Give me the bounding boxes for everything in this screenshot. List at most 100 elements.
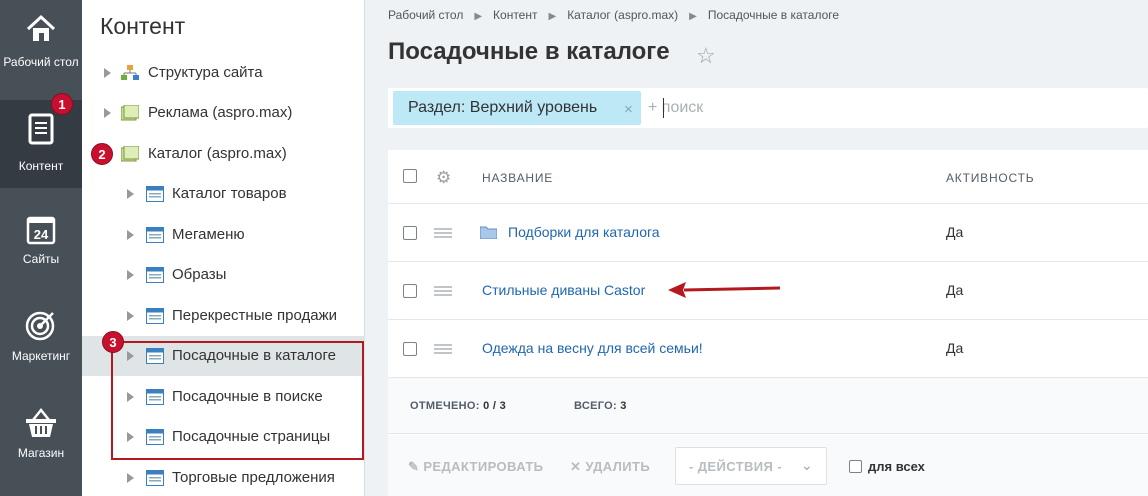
target-icon bbox=[25, 311, 55, 341]
rail-label: Рабочий стол bbox=[3, 55, 79, 69]
close-icon: ✕ bbox=[570, 459, 582, 474]
breadcrumb: Рабочий стол ▶ Контент ▶ Каталог (aspro.max)… bbox=[388, 8, 839, 22]
tree-item-cross-sales[interactable]: Перекрестные продажи bbox=[82, 296, 365, 336]
tree-item-label: Образы bbox=[172, 266, 227, 283]
drag-handle-icon[interactable] bbox=[434, 228, 452, 238]
row-active-value: Да bbox=[946, 282, 964, 298]
tree-item-looks[interactable]: Образы bbox=[82, 255, 365, 295]
row-checkbox[interactable] bbox=[403, 342, 417, 356]
left-rail: Рабочий стол Контент 24 Сайты Маркетинг bbox=[0, 0, 82, 496]
filter-chip-label: Раздел: Верхний уровень bbox=[408, 99, 598, 116]
expand-arrow-icon[interactable] bbox=[127, 311, 134, 321]
rail-label: Магазин bbox=[17, 446, 65, 460]
column-header-active[interactable]: АКТИВНОСТЬ bbox=[946, 171, 1034, 185]
annotation-arrow-icon bbox=[668, 282, 781, 298]
rail-item-marketing[interactable]: Маркетинг bbox=[0, 296, 82, 384]
gear-icon[interactable]: ⚙ bbox=[436, 168, 451, 188]
elements-grid: ⚙ НАЗВАНИЕ АКТИВНОСТЬ Подборки для катал… bbox=[388, 150, 1148, 496]
rail-item-sites[interactable]: 24 Сайты bbox=[0, 200, 82, 288]
breadcrumb-current: Посадочные в каталоге bbox=[707, 8, 840, 22]
row-checkbox[interactable] bbox=[403, 226, 417, 240]
tree-item-label: Каталог (aspro.max) bbox=[148, 145, 287, 162]
table-row[interactable]: Одежда на весну для всей семьи! Да bbox=[388, 320, 1148, 378]
breadcrumb-separator-icon: ▶ bbox=[548, 11, 557, 22]
for-all-checkbox[interactable] bbox=[849, 460, 862, 473]
tree-item-catalog-aspro[interactable]: Каталог (aspro.max) bbox=[82, 134, 365, 174]
expand-arrow-icon[interactable] bbox=[127, 189, 134, 199]
folder-icon bbox=[480, 226, 497, 239]
infoblock-type-icon bbox=[121, 105, 139, 121]
tree-item-product-catalog[interactable]: Каталог товаров bbox=[82, 174, 365, 214]
svg-text:24: 24 bbox=[34, 227, 49, 242]
filter-search-bar[interactable]: Раздел: Верхний уровень × + поиск bbox=[388, 88, 1148, 128]
expand-arrow-icon[interactable] bbox=[104, 68, 111, 78]
annotation-badge: 3 bbox=[102, 331, 124, 353]
rail-item-desktop[interactable]: Рабочий стол bbox=[0, 0, 82, 88]
tree-item-megamenu[interactable]: Мегаменю bbox=[82, 215, 365, 255]
column-header-name[interactable]: НАЗВАНИЕ bbox=[482, 171, 553, 185]
drag-handle-icon[interactable] bbox=[434, 344, 452, 354]
tree-item-label: Торговые предложения bbox=[172, 469, 335, 486]
breadcrumb-link[interactable]: Каталог (aspro.max) bbox=[567, 8, 678, 22]
breadcrumb-separator-icon: ▶ bbox=[474, 11, 483, 22]
infoblock-icon bbox=[146, 186, 164, 202]
select-all-checkbox[interactable] bbox=[403, 169, 417, 183]
chevron-down-icon: ⌄ bbox=[801, 457, 813, 473]
rail-label: Контент bbox=[18, 159, 64, 173]
row-checkbox[interactable] bbox=[403, 284, 417, 298]
filter-chip[interactable]: Раздел: Верхний уровень × bbox=[393, 91, 641, 125]
selected-count: ОТМЕЧЕНО: 0 / 3 bbox=[410, 400, 506, 412]
row-name-link[interactable]: Подборки для каталога bbox=[508, 224, 660, 240]
page-title: Посадочные в каталоге bbox=[388, 38, 670, 65]
expand-arrow-icon[interactable] bbox=[127, 473, 134, 483]
breadcrumb-link[interactable]: Рабочий стол bbox=[388, 8, 463, 22]
grid-header: ⚙ НАЗВАНИЕ АКТИВНОСТЬ bbox=[388, 150, 1148, 204]
document-icon bbox=[28, 113, 54, 145]
expand-arrow-icon[interactable] bbox=[127, 230, 134, 240]
infoblock-icon bbox=[146, 470, 164, 486]
pencil-icon: ✎ bbox=[408, 459, 420, 474]
desktop-house-icon bbox=[26, 14, 56, 41]
infoblock-icon bbox=[146, 267, 164, 283]
rail-label: Сайты bbox=[22, 252, 60, 266]
grid-action-panel: ✎ РЕДАКТИРОВАТЬ ✕ УДАЛИТЬ - ДЕЙСТВИЯ - ⌄… bbox=[388, 435, 1148, 496]
tree-item-ads[interactable]: Реклама (aspro.max) bbox=[82, 93, 365, 133]
edit-button[interactable]: ✎ РЕДАКТИРОВАТЬ bbox=[408, 459, 543, 475]
tree-item-label: Перекрестные продажи bbox=[172, 307, 337, 324]
infoblock-icon bbox=[146, 308, 164, 324]
tree-item-offers[interactable]: Торговые предложения bbox=[82, 458, 365, 496]
expand-arrow-icon[interactable] bbox=[104, 108, 111, 118]
text-caret bbox=[663, 98, 664, 118]
rail-label: Маркетинг bbox=[11, 349, 71, 363]
site-structure-icon bbox=[121, 65, 139, 80]
close-icon[interactable]: × bbox=[624, 101, 633, 118]
for-all-label: для всех bbox=[868, 459, 925, 474]
infoblock-type-icon bbox=[121, 146, 139, 162]
annotation-badge: 2 bbox=[91, 143, 113, 165]
calendar-24-icon: 24 bbox=[26, 216, 56, 245]
tree-item-site-structure[interactable]: Структура сайта bbox=[82, 53, 365, 93]
basket-icon bbox=[26, 407, 56, 437]
actions-select[interactable]: - ДЕЙСТВИЯ - ⌄ bbox=[675, 447, 827, 485]
rail-item-content[interactable]: Контент bbox=[0, 100, 82, 188]
tree-item-label: Реклама (aspro.max) bbox=[148, 104, 293, 121]
row-name-link[interactable]: Стильные диваны Castor bbox=[482, 282, 645, 298]
table-row[interactable]: Подборки для каталога Да bbox=[388, 204, 1148, 262]
tree-title: Контент bbox=[100, 13, 186, 39]
tree-item-label: Мегаменю bbox=[172, 226, 245, 243]
drag-handle-icon[interactable] bbox=[434, 286, 452, 296]
expand-arrow-icon[interactable] bbox=[127, 270, 134, 280]
grid-stats: ОТМЕЧЕНО: 0 / 3 ВСЕГО: 3 bbox=[388, 378, 1148, 434]
breadcrumb-link[interactable]: Контент bbox=[493, 8, 537, 22]
infoblock-icon bbox=[146, 227, 164, 243]
actions-select-label: - ДЕЙСТВИЯ - bbox=[689, 459, 783, 474]
tree-item-label: Структура сайта bbox=[148, 64, 263, 81]
favorite-star-icon[interactable]: ☆ bbox=[696, 43, 716, 69]
total-count: ВСЕГО: 3 bbox=[574, 400, 627, 412]
search-input[interactable]: + поиск bbox=[648, 99, 703, 117]
delete-button[interactable]: ✕ УДАЛИТЬ bbox=[570, 459, 650, 475]
row-name-link[interactable]: Одежда на весну для всей семьи! bbox=[482, 340, 703, 356]
rail-item-shop[interactable]: Магазин bbox=[0, 394, 82, 482]
annotation-badge: 1 bbox=[51, 93, 73, 115]
row-active-value: Да bbox=[946, 224, 964, 240]
